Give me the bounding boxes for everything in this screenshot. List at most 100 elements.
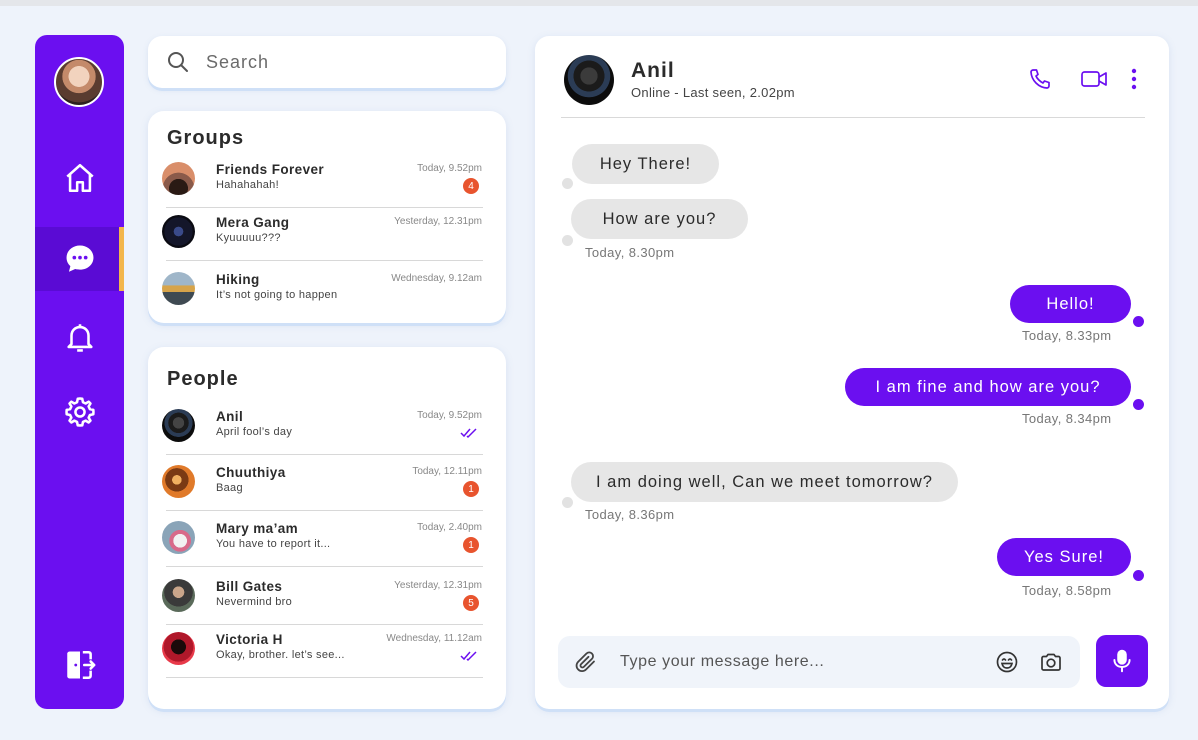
person-time: Yesterday, 12.31pm xyxy=(394,580,482,591)
search-input[interactable] xyxy=(206,51,486,73)
nav-home[interactable] xyxy=(35,146,124,210)
message-bubble-incoming: How are you? xyxy=(571,199,748,239)
message-time: Today, 8.34pm xyxy=(1022,411,1112,426)
avatar xyxy=(162,272,195,305)
chat-icon xyxy=(66,245,93,272)
group-row-friends-forever[interactable]: Friends Forever Hahahahah! Today, 9.52pm… xyxy=(162,156,483,208)
nav-notifications[interactable] xyxy=(35,305,124,369)
emoji-icon[interactable] xyxy=(995,650,1019,674)
avatar xyxy=(162,579,195,612)
person-last-message: Baag xyxy=(216,482,243,494)
voice-call-button[interactable] xyxy=(1027,66,1053,92)
search-icon xyxy=(168,52,188,72)
person-name: Bill Gates xyxy=(216,579,283,594)
video-camera-icon xyxy=(1081,71,1107,87)
contact-name: Anil xyxy=(631,59,675,82)
message-dot xyxy=(562,178,573,189)
settings-icon xyxy=(64,397,95,427)
person-last-message: April fool’s day xyxy=(216,426,293,438)
person-name: Victoria H xyxy=(216,632,283,647)
people-title: People xyxy=(167,368,239,390)
unread-badge: 1 xyxy=(463,537,479,553)
person-time: Today, 9.52pm xyxy=(417,410,482,421)
nav-chats[interactable] xyxy=(35,227,124,291)
row-divider xyxy=(166,624,483,625)
row-divider xyxy=(166,510,483,511)
group-time: Today, 9.52pm xyxy=(417,163,482,174)
person-row-mary-maam[interactable]: Mary ma’am You have to report it... Toda… xyxy=(162,515,483,567)
search-bar xyxy=(148,36,506,88)
message-dot xyxy=(1133,570,1144,581)
avatar xyxy=(162,162,195,195)
avatar xyxy=(162,632,195,665)
groups-title: Groups xyxy=(167,127,245,149)
row-divider xyxy=(166,207,483,208)
message-bubble-outgoing: Yes Sure! xyxy=(997,538,1131,576)
message-dot xyxy=(1133,399,1144,410)
more-options-button[interactable] xyxy=(1128,66,1140,92)
home-icon xyxy=(65,163,94,193)
unread-badge: 5 xyxy=(463,595,479,611)
person-time: Wednesday, 11.12am xyxy=(386,633,482,644)
person-name: Chuuthiya xyxy=(216,465,286,480)
avatar xyxy=(162,521,195,554)
message-dot xyxy=(562,497,573,508)
message-time: Today, 8.30pm xyxy=(585,245,675,260)
nav-logout[interactable] xyxy=(35,633,124,697)
avatar xyxy=(162,215,195,248)
person-last-message: Nevermind bro xyxy=(216,596,293,608)
nav-settings[interactable] xyxy=(35,380,124,444)
group-row-mera-gang[interactable]: Mera Gang Kyuuuuu??? Yesterday, 12.31pm xyxy=(162,209,483,261)
avatar xyxy=(162,409,195,442)
row-divider xyxy=(166,454,483,455)
group-time: Wednesday, 9.12am xyxy=(391,273,482,284)
header-divider xyxy=(561,117,1145,118)
group-name: Hiking xyxy=(216,272,260,287)
attachment-icon[interactable] xyxy=(574,650,598,674)
person-row-victoria-h[interactable]: Victoria H Okay, brother. let’s see... W… xyxy=(162,626,483,678)
sidebar xyxy=(35,35,124,709)
unread-badge: 4 xyxy=(463,178,479,194)
person-time: Today, 2.40pm xyxy=(417,522,482,533)
person-name: Anil xyxy=(216,409,244,424)
person-row-chuuthiya[interactable]: Chuuthiya Baag Today, 12.11pm 1 xyxy=(162,459,483,511)
group-last-message: Hahahahah! xyxy=(216,179,279,191)
message-input[interactable] xyxy=(620,648,980,676)
window-top-edge xyxy=(0,0,1198,6)
group-time: Yesterday, 12.31pm xyxy=(394,216,482,227)
read-receipt-icon xyxy=(460,428,477,439)
chat-panel: Anil Online - Last seen, 2.02pm Hey Ther… xyxy=(535,36,1169,709)
group-name: Mera Gang xyxy=(216,215,290,230)
message-composer xyxy=(558,636,1080,688)
group-last-message: Kyuuuuu??? xyxy=(216,232,281,244)
group-last-message: It’s not going to happen xyxy=(216,289,338,301)
person-name: Mary ma’am xyxy=(216,521,299,536)
unread-badge: 1 xyxy=(463,481,479,497)
person-last-message: You have to report it... xyxy=(216,538,331,550)
message-bubble-outgoing: Hello! xyxy=(1010,285,1131,323)
person-row-bill-gates[interactable]: Bill Gates Nevermind bro Yesterday, 12.3… xyxy=(162,573,483,625)
row-divider xyxy=(166,566,483,567)
bell-icon xyxy=(66,324,93,352)
voice-record-button[interactable] xyxy=(1096,635,1148,687)
more-vertical-icon xyxy=(1131,68,1137,90)
message-dot xyxy=(562,235,573,246)
message-time: Today, 8.36pm xyxy=(585,507,675,522)
people-panel: People Anil April fool’s day Today, 9.52… xyxy=(148,347,506,709)
person-last-message: Okay, brother. let’s see... xyxy=(216,649,345,661)
avatar xyxy=(162,465,195,498)
row-divider xyxy=(166,260,483,261)
contact-avatar[interactable] xyxy=(564,55,614,105)
camera-icon[interactable] xyxy=(1039,650,1063,674)
person-row-anil[interactable]: Anil April fool’s day Today, 9.52pm xyxy=(162,403,483,455)
message-bubble-incoming: I am doing well, Can we meet tomorrow? xyxy=(571,462,958,502)
groups-panel: Groups Friends Forever Hahahahah! Today,… xyxy=(148,111,506,323)
phone-icon xyxy=(1030,69,1050,89)
video-call-button[interactable] xyxy=(1079,66,1109,92)
microphone-icon xyxy=(1113,649,1131,673)
row-divider xyxy=(166,677,483,678)
message-bubble-incoming: Hey There! xyxy=(572,144,719,184)
contact-status: Online - Last seen, 2.02pm xyxy=(631,85,795,100)
group-row-hiking[interactable]: Hiking It’s not going to happen Wednesda… xyxy=(162,266,482,316)
user-avatar[interactable] xyxy=(54,57,104,107)
